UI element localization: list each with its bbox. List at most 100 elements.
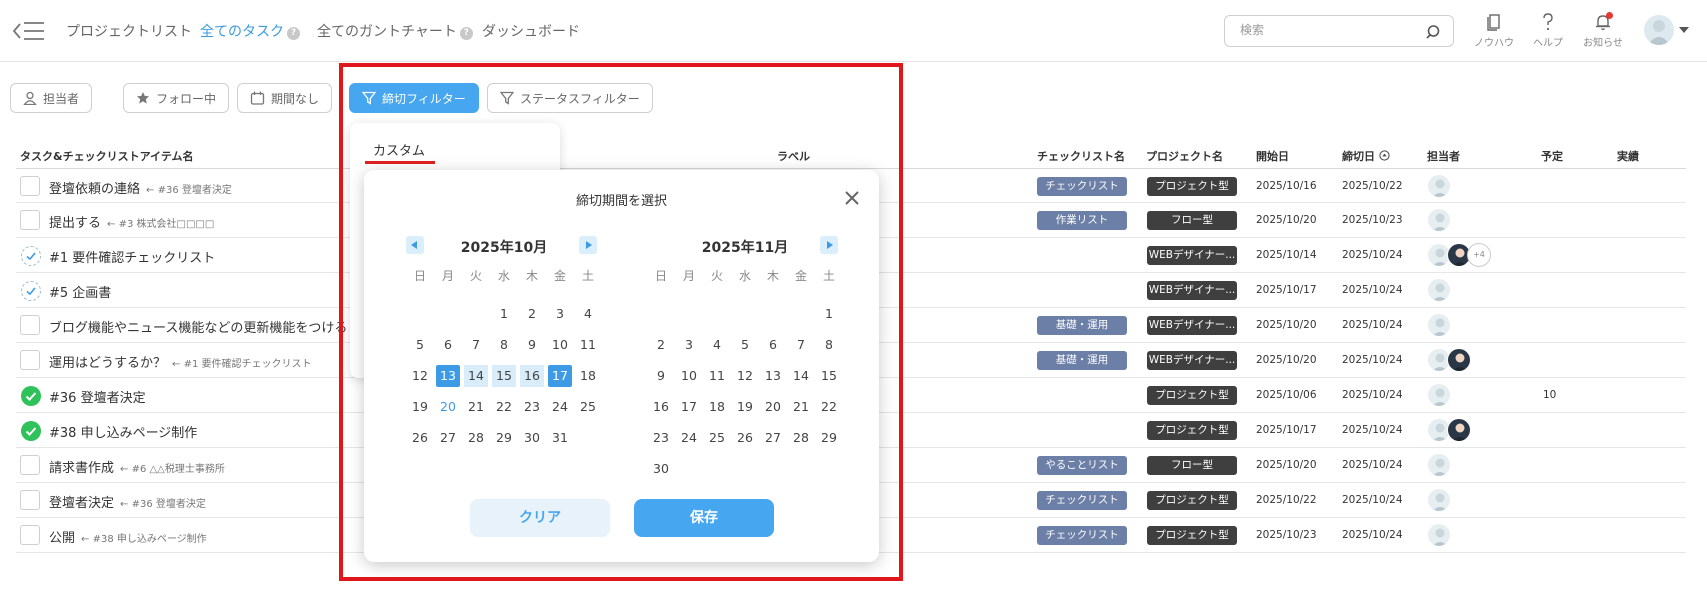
- calendar-day[interactable]: 6: [436, 334, 460, 356]
- calendar-day[interactable]: 18: [576, 365, 600, 387]
- calendar-day[interactable]: 4: [705, 334, 729, 356]
- calendar-day[interactable]: 21: [464, 396, 488, 418]
- close-icon[interactable]: [842, 188, 862, 208]
- checklist-tag[interactable]: 基礎・運用: [1037, 351, 1127, 370]
- project-tag[interactable]: プロジェクト型: [1147, 526, 1237, 545]
- task-name[interactable]: 運用はどうするか？ ← #1 要件確認チェックリスト: [49, 352, 312, 371]
- checklist-tag[interactable]: チェックリスト: [1037, 177, 1127, 196]
- calendar-day[interactable]: 2: [520, 303, 544, 325]
- task-name[interactable]: 公開 ← #38 申し込みページ制作: [49, 527, 207, 546]
- calendar-day[interactable]: 19: [408, 396, 432, 418]
- task-checkbox[interactable]: [20, 350, 40, 370]
- next-month-icon[interactable]: [579, 236, 597, 254]
- checklist-progress-icon[interactable]: [21, 281, 41, 301]
- calendar-day[interactable]: 6: [761, 334, 785, 356]
- task-name[interactable]: 登壇依頼の連絡 ← #36 登壇者決定: [49, 178, 232, 197]
- save-button[interactable]: 保存: [634, 499, 774, 537]
- help-badge-icon[interactable]: ?: [287, 27, 300, 40]
- calendar-day[interactable]: 29: [492, 427, 516, 449]
- next-month-icon[interactable]: [820, 236, 838, 254]
- project-tag[interactable]: プロジェクト型: [1147, 386, 1237, 405]
- calendar-day[interactable]: 31: [548, 427, 572, 449]
- clear-button[interactable]: クリア: [470, 499, 610, 537]
- task-name[interactable]: 提出する ← #3 株式会社□□□□: [49, 212, 214, 231]
- calendar-day[interactable]: 22: [817, 396, 841, 418]
- calendar-day[interactable]: 30: [520, 427, 544, 449]
- assignee-avatar[interactable]: [1427, 174, 1451, 198]
- search-input[interactable]: [1240, 23, 1420, 37]
- project-tag[interactable]: プロジェクト型: [1147, 177, 1237, 196]
- user-menu-caret-icon[interactable]: [1679, 27, 1689, 33]
- calendar-day[interactable]: 2: [649, 334, 673, 356]
- assignee-avatar[interactable]: [1427, 278, 1451, 302]
- filter-button-4[interactable]: ステータスフィルター: [487, 83, 653, 113]
- calendar-day[interactable]: 11: [576, 334, 600, 356]
- prev-month-icon[interactable]: [406, 236, 424, 254]
- calendar-day[interactable]: 22: [492, 396, 516, 418]
- calendar-day[interactable]: 26: [733, 427, 757, 449]
- calendar-day[interactable]: 26: [408, 427, 432, 449]
- project-tag[interactable]: プロジェクト型: [1147, 491, 1237, 510]
- calendar-day[interactable]: 1: [492, 303, 516, 325]
- calendar-day[interactable]: 18: [705, 396, 729, 418]
- checklist-tag[interactable]: やることリスト: [1037, 456, 1127, 475]
- header-due[interactable]: 締切日: [1342, 148, 1390, 164]
- calendar-day[interactable]: 30: [649, 458, 673, 480]
- notification-button[interactable]: お知らせ: [1578, 12, 1628, 52]
- back-menu-icon[interactable]: [12, 18, 48, 44]
- calendar-day[interactable]: 12: [733, 365, 757, 387]
- assignee-avatar[interactable]: [1447, 348, 1471, 372]
- task-checkbox[interactable]: [20, 315, 40, 335]
- calendar-day[interactable]: 16: [649, 396, 673, 418]
- task-name[interactable]: #38 申し込みページ制作: [49, 422, 197, 441]
- calendar-day[interactable]: 13: [436, 365, 460, 387]
- checklist-tag[interactable]: チェックリスト: [1037, 491, 1127, 510]
- checklist-tag[interactable]: 基礎・運用: [1037, 316, 1127, 335]
- project-tag[interactable]: WEBデザイナー...: [1147, 316, 1237, 335]
- calendar-day[interactable]: 28: [789, 427, 813, 449]
- calendar-day[interactable]: 23: [649, 427, 673, 449]
- calendar-day[interactable]: 27: [761, 427, 785, 449]
- calendar-day[interactable]: 3: [677, 334, 701, 356]
- calendar-day[interactable]: 20: [761, 396, 785, 418]
- nav-item-1[interactable]: 全てのタスク?: [200, 21, 300, 41]
- task-checkbox[interactable]: [20, 490, 40, 510]
- nav-item-3[interactable]: ダッシュボード: [482, 21, 580, 41]
- calendar-day[interactable]: 9: [649, 365, 673, 387]
- nav-item-0[interactable]: プロジェクトリスト: [66, 21, 192, 41]
- calendar-day[interactable]: 10: [548, 334, 572, 356]
- calendar-day[interactable]: 27: [436, 427, 460, 449]
- calendar-day[interactable]: 7: [464, 334, 488, 356]
- calendar-day[interactable]: 15: [492, 365, 516, 387]
- calendar-day[interactable]: 4: [576, 303, 600, 325]
- calendar-day[interactable]: 8: [817, 334, 841, 356]
- task-name[interactable]: #1 要件確認チェックリスト: [49, 247, 215, 266]
- completed-check-icon[interactable]: [21, 421, 41, 441]
- project-tag[interactable]: フロー型: [1147, 456, 1237, 475]
- filter-button-1[interactable]: フォロー中: [123, 83, 230, 113]
- calendar-day[interactable]: 13: [761, 365, 785, 387]
- calendar-day[interactable]: 14: [789, 365, 813, 387]
- calendar-day[interactable]: 24: [548, 396, 572, 418]
- filter-button-2[interactable]: 期間なし: [237, 83, 333, 113]
- calendar-day[interactable]: 3: [548, 303, 572, 325]
- assignee-avatar[interactable]: [1427, 383, 1451, 407]
- calendar-day[interactable]: 8: [492, 334, 516, 356]
- assignee-avatar[interactable]: [1427, 208, 1451, 232]
- calendar-day[interactable]: 23: [520, 396, 544, 418]
- calendar-day[interactable]: 29: [817, 427, 841, 449]
- checklist-tag[interactable]: 作業リスト: [1037, 211, 1127, 230]
- calendar-day[interactable]: 1: [817, 303, 841, 325]
- task-checkbox[interactable]: [20, 455, 40, 475]
- calendar-day[interactable]: 17: [548, 365, 572, 387]
- task-checkbox[interactable]: [20, 525, 40, 545]
- calendar-day[interactable]: 20: [436, 396, 460, 418]
- calendar-day[interactable]: 5: [733, 334, 757, 356]
- nav-item-2[interactable]: 全てのガントチャート?: [317, 21, 473, 41]
- task-name[interactable]: 登壇者決定 ← #36 登壇者決定: [49, 492, 206, 511]
- task-parent-link[interactable]: ← #36 登壇者決定: [146, 185, 232, 196]
- assignee-avatar[interactable]: [1447, 418, 1471, 442]
- calendar-day[interactable]: 10: [677, 365, 701, 387]
- project-tag[interactable]: プロジェクト型: [1147, 421, 1237, 440]
- completed-check-icon[interactable]: [21, 386, 41, 406]
